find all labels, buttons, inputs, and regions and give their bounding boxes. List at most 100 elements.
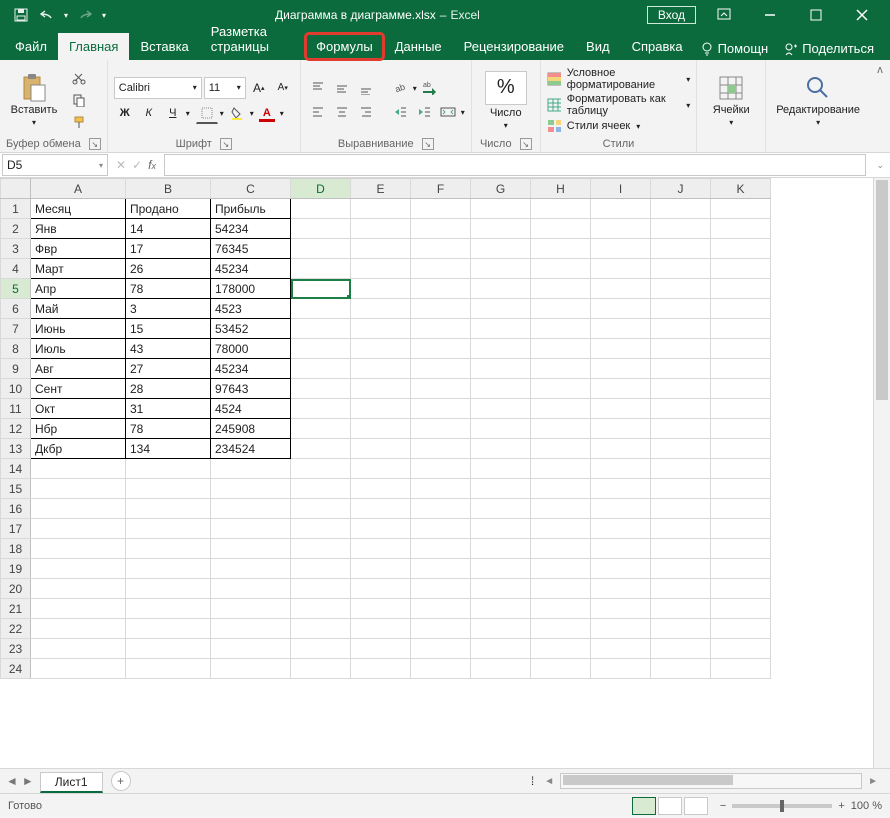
cell-A1[interactable]: Месяц <box>31 199 126 219</box>
cut-icon[interactable] <box>68 68 90 88</box>
conditional-formatting-button[interactable]: Условное форматирование ▾ <box>547 67 690 91</box>
row-header-8[interactable]: 8 <box>1 339 31 359</box>
font-color-icon[interactable]: A <box>256 103 278 123</box>
cell-K3[interactable] <box>711 239 771 259</box>
cell-D6[interactable] <box>291 299 351 319</box>
cell-B12[interactable]: 78 <box>126 419 211 439</box>
cell-C8[interactable]: 78000 <box>211 339 291 359</box>
shrink-font-icon[interactable]: A▾ <box>272 78 294 98</box>
cell-F19[interactable] <box>411 559 471 579</box>
grow-font-icon[interactable]: A▴ <box>248 78 270 98</box>
cell-E3[interactable] <box>351 239 411 259</box>
cell-E17[interactable] <box>351 519 411 539</box>
cell-H7[interactable] <box>531 319 591 339</box>
font-size-combo[interactable]: 11▾ <box>204 77 246 99</box>
cell-A9[interactable]: Авг <box>31 359 126 379</box>
cell-B20[interactable] <box>126 579 211 599</box>
row-header-18[interactable]: 18 <box>1 539 31 559</box>
cell-I10[interactable] <box>591 379 651 399</box>
cell-B8[interactable]: 43 <box>126 339 211 359</box>
cell-E18[interactable] <box>351 539 411 559</box>
cell-C11[interactable]: 4524 <box>211 399 291 419</box>
zoom-control[interactable]: − + 100 % <box>720 800 882 812</box>
cell-G11[interactable] <box>471 399 531 419</box>
cell-J15[interactable] <box>651 479 711 499</box>
cell-I13[interactable] <box>591 439 651 459</box>
row-header-10[interactable]: 10 <box>1 379 31 399</box>
cell-J11[interactable] <box>651 399 711 419</box>
cell-C7[interactable]: 53452 <box>211 319 291 339</box>
cell-J5[interactable] <box>651 279 711 299</box>
tab-home[interactable]: Главная <box>58 33 129 60</box>
row-header-23[interactable]: 23 <box>1 639 31 659</box>
cell-C23[interactable] <box>211 639 291 659</box>
cell-H19[interactable] <box>531 559 591 579</box>
row-header-14[interactable]: 14 <box>1 459 31 479</box>
cell-E19[interactable] <box>351 559 411 579</box>
cell-E2[interactable] <box>351 219 411 239</box>
cell-J12[interactable] <box>651 419 711 439</box>
cell-I7[interactable] <box>591 319 651 339</box>
cell-H12[interactable] <box>531 419 591 439</box>
cell-D7[interactable] <box>291 319 351 339</box>
cell-B16[interactable] <box>126 499 211 519</box>
cell-H20[interactable] <box>531 579 591 599</box>
horizontal-scrollbar[interactable] <box>560 773 862 789</box>
cell-B4[interactable]: 26 <box>126 259 211 279</box>
row-header-24[interactable]: 24 <box>1 659 31 679</box>
cell-K20[interactable] <box>711 579 771 599</box>
row-header-20[interactable]: 20 <box>1 579 31 599</box>
cell-I14[interactable] <box>591 459 651 479</box>
cell-G23[interactable] <box>471 639 531 659</box>
tab-review[interactable]: Рецензирование <box>453 33 575 60</box>
cell-I2[interactable] <box>591 219 651 239</box>
cell-E14[interactable] <box>351 459 411 479</box>
cell-D10[interactable] <box>291 379 351 399</box>
redo-icon[interactable] <box>76 6 94 24</box>
col-header-C[interactable]: C <box>211 179 291 199</box>
cell-F10[interactable] <box>411 379 471 399</box>
cell-D14[interactable] <box>291 459 351 479</box>
number-format-button[interactable]: % Число ▾ <box>478 69 534 132</box>
cell-A16[interactable] <box>31 499 126 519</box>
cell-G19[interactable] <box>471 559 531 579</box>
row-header-9[interactable]: 9 <box>1 359 31 379</box>
cell-C4[interactable]: 45234 <box>211 259 291 279</box>
cell-K15[interactable] <box>711 479 771 499</box>
zoom-out-icon[interactable]: − <box>720 800 726 812</box>
cell-F13[interactable] <box>411 439 471 459</box>
cell-K16[interactable] <box>711 499 771 519</box>
cell-E11[interactable] <box>351 399 411 419</box>
cell-F23[interactable] <box>411 639 471 659</box>
cell-E1[interactable] <box>351 199 411 219</box>
worksheet-grid[interactable]: ABCDEFGHIJK1МесяцПроданоПрибыль2Янв14542… <box>0 178 890 768</box>
cell-E10[interactable] <box>351 379 411 399</box>
cell-A14[interactable] <box>31 459 126 479</box>
cell-J18[interactable] <box>651 539 711 559</box>
cell-D21[interactable] <box>291 599 351 619</box>
zoom-level[interactable]: 100 % <box>851 800 882 812</box>
cell-J9[interactable] <box>651 359 711 379</box>
vertical-scrollbar[interactable] <box>873 178 890 768</box>
cell-G21[interactable] <box>471 599 531 619</box>
cell-K19[interactable] <box>711 559 771 579</box>
paste-button[interactable]: Вставить ▾ <box>6 72 62 129</box>
cell-G7[interactable] <box>471 319 531 339</box>
cell-I16[interactable] <box>591 499 651 519</box>
cell-B7[interactable]: 15 <box>126 319 211 339</box>
cell-J21[interactable] <box>651 599 711 619</box>
cell-H14[interactable] <box>531 459 591 479</box>
dialog-launcher-icon[interactable]: ↘ <box>220 138 232 150</box>
cell-G12[interactable] <box>471 419 531 439</box>
cell-H24[interactable] <box>531 659 591 679</box>
cell-A10[interactable]: Сент <box>31 379 126 399</box>
close-button[interactable] <box>844 1 880 29</box>
cell-B2[interactable]: 14 <box>126 219 211 239</box>
cell-E24[interactable] <box>351 659 411 679</box>
cell-C21[interactable] <box>211 599 291 619</box>
cell-B21[interactable] <box>126 599 211 619</box>
cell-A12[interactable]: Нбр <box>31 419 126 439</box>
row-header-15[interactable]: 15 <box>1 479 31 499</box>
cell-G9[interactable] <box>471 359 531 379</box>
cell-J20[interactable] <box>651 579 711 599</box>
